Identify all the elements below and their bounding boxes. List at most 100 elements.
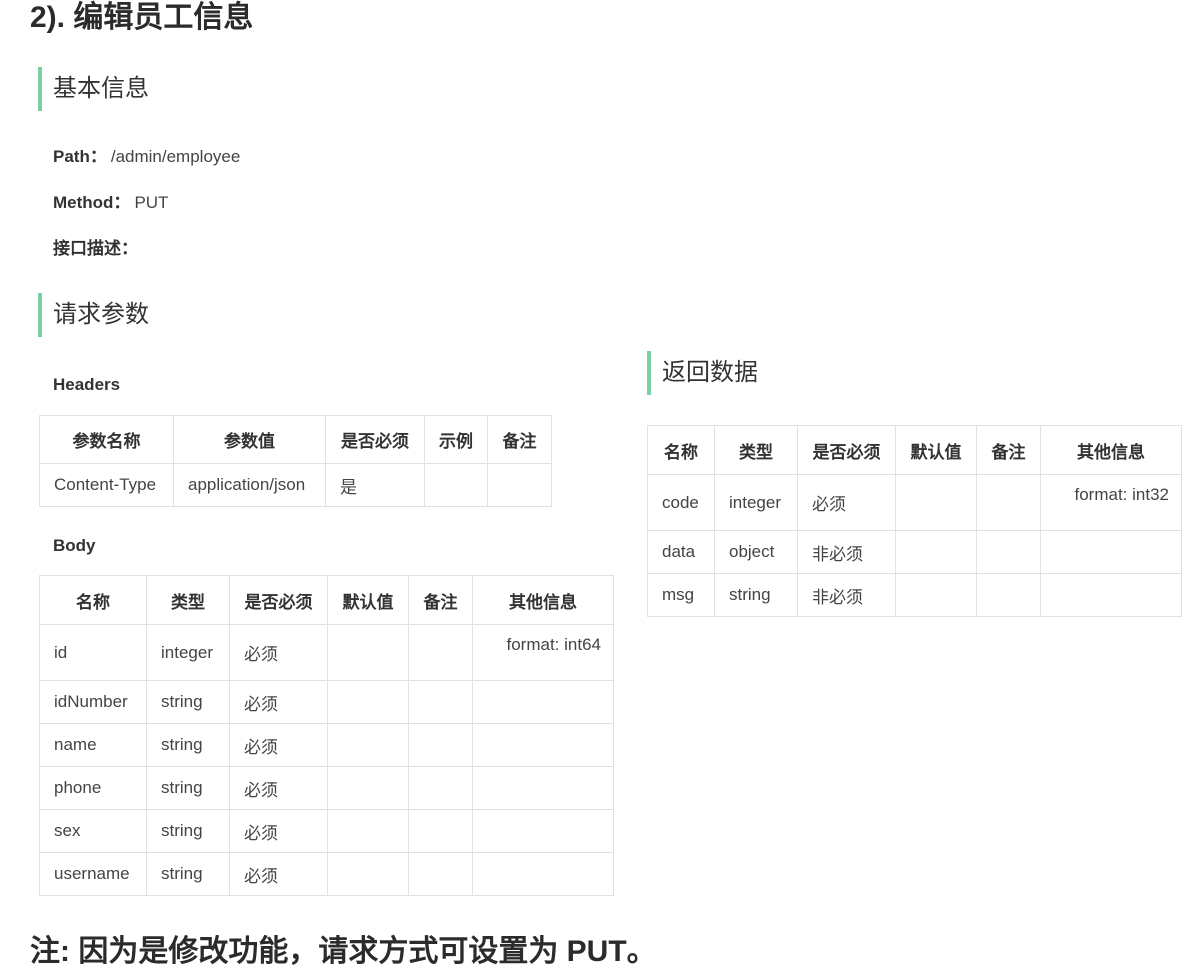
column-header: 示例 (424, 415, 488, 464)
table-cell (327, 852, 409, 896)
table-cell: Content-Type (39, 463, 174, 507)
table-cell: format: int64 (472, 624, 614, 681)
table-cell (472, 766, 614, 810)
response-table-header: 名称 类型 是否必须 默认值 备注 其他信息 (647, 425, 1182, 475)
table-cell: format: int32 (1040, 474, 1182, 531)
table-cell: string (146, 809, 230, 853)
column-header: 备注 (976, 425, 1041, 475)
table-cell (976, 530, 1041, 574)
table-cell: 是 (325, 463, 425, 507)
table-cell (327, 809, 409, 853)
column-header: 是否必须 (229, 575, 328, 625)
column-header: 默认值 (327, 575, 409, 625)
table-cell: string (146, 766, 230, 810)
headers-table-header: 参数名称 参数值 是否必须 示例 备注 (39, 415, 552, 464)
table-cell: 必须 (797, 474, 896, 531)
table-cell: object (714, 530, 798, 574)
table-row: data object 非必须 (647, 530, 1182, 574)
table-cell: phone (39, 766, 147, 810)
column-header: 默认值 (895, 425, 977, 475)
table-cell (472, 723, 614, 767)
table-cell: 必须 (229, 766, 328, 810)
table-row: id integer 必须 format: int64 (39, 624, 614, 681)
table-cell (408, 852, 473, 896)
table-cell: string (714, 573, 798, 617)
table-cell: data (647, 530, 715, 574)
description-row: 接口描述： (53, 238, 138, 260)
table-cell (472, 852, 614, 896)
table-cell (327, 624, 409, 681)
table-cell: idNumber (39, 680, 147, 724)
table-cell (408, 624, 473, 681)
table-cell: 必须 (229, 852, 328, 896)
table-cell: sex (39, 809, 147, 853)
footnote: 注: 因为是修改功能，请求方式可设置为 PUT。 (30, 935, 657, 968)
table-cell: 非必须 (797, 530, 896, 574)
table-row: username string 必须 (39, 852, 614, 896)
table-cell (408, 680, 473, 724)
table-cell (1040, 573, 1182, 617)
headers-table: 参数名称 参数值 是否必须 示例 备注 Content-Type applica… (39, 415, 552, 507)
column-header: 备注 (408, 575, 473, 625)
table-cell: integer (714, 474, 798, 531)
table-cell (895, 474, 977, 531)
table-cell (408, 723, 473, 767)
column-header: 其他信息 (1040, 425, 1182, 475)
description-label: 接口描述： (53, 239, 138, 258)
table-cell (976, 474, 1041, 531)
section-heading-request: 请求参数 (38, 293, 149, 337)
table-cell: msg (647, 573, 715, 617)
table-row: Content-Type application/json 是 (39, 463, 552, 507)
table-cell: 必须 (229, 809, 328, 853)
table-row: name string 必须 (39, 723, 614, 767)
column-header: 类型 (714, 425, 798, 475)
table-cell (976, 573, 1041, 617)
column-header: 名称 (647, 425, 715, 475)
column-header: 名称 (39, 575, 147, 625)
table-cell: 必须 (229, 723, 328, 767)
column-header: 是否必须 (797, 425, 896, 475)
table-cell (327, 680, 409, 724)
path-row: Path：/admin/employee (53, 146, 240, 168)
table-cell (487, 463, 552, 507)
table-cell: username (39, 852, 147, 896)
table-cell: name (39, 723, 147, 767)
table-row: phone string 必须 (39, 766, 614, 810)
table-cell: id (39, 624, 147, 681)
table-cell (1040, 530, 1182, 574)
body-table-header: 名称 类型 是否必须 默认值 备注 其他信息 (39, 575, 614, 625)
table-cell: string (146, 680, 230, 724)
table-cell (327, 723, 409, 767)
method-label: Method： (53, 193, 131, 212)
table-cell (408, 809, 473, 853)
table-cell (472, 809, 614, 853)
path-label: Path： (53, 147, 107, 166)
table-cell: 必须 (229, 624, 328, 681)
table-cell: string (146, 852, 230, 896)
path-value: /admin/employee (110, 147, 241, 166)
table-row: msg string 非必须 (647, 573, 1182, 617)
table-cell (895, 530, 977, 574)
column-header: 参数名称 (39, 415, 174, 464)
column-header: 类型 (146, 575, 230, 625)
body-table: 名称 类型 是否必须 默认值 备注 其他信息 id integer 必须 for… (39, 575, 614, 896)
table-cell: application/json (173, 463, 326, 507)
table-cell: 非必须 (797, 573, 896, 617)
table-cell: integer (146, 624, 230, 681)
table-row: sex string 必须 (39, 809, 614, 853)
table-row: code integer 必须 format: int32 (647, 474, 1182, 531)
section-heading-response: 返回数据 (647, 351, 758, 395)
response-table: 名称 类型 是否必须 默认值 备注 其他信息 code integer 必须 f… (647, 425, 1182, 617)
table-cell (408, 766, 473, 810)
column-header: 备注 (487, 415, 552, 464)
method-row: Method： PUT (53, 192, 168, 214)
table-cell: 必须 (229, 680, 328, 724)
table-cell: string (146, 723, 230, 767)
table-cell: code (647, 474, 715, 531)
method-value: PUT (134, 193, 169, 212)
headers-label: Headers (53, 375, 121, 394)
column-header: 参数值 (173, 415, 326, 464)
section-heading-basic: 基本信息 (38, 67, 149, 111)
body-label: Body (53, 536, 96, 555)
table-row: idNumber string 必须 (39, 680, 614, 724)
